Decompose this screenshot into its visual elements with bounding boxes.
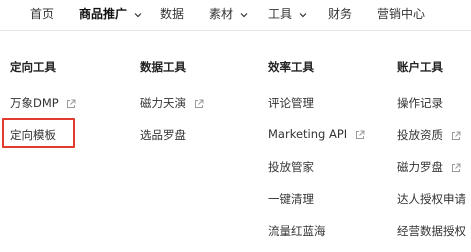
menu-item-comment-management[interactable]: 评论管理	[268, 95, 314, 111]
nav-product-promotion[interactable]: 商品推广	[79, 5, 142, 22]
column-title: 定向工具	[10, 60, 56, 74]
menu-item-label: 投放资质	[397, 128, 443, 142]
menu-item-label: 选品罗盘	[140, 128, 186, 142]
nav-label: 营销中心	[377, 7, 426, 21]
menu-item-traffic-red-blue-ocean[interactable]: 流量红蓝海	[268, 223, 326, 239]
external-link-icon	[451, 163, 461, 173]
menu-item-label: 经营数据授权	[397, 224, 466, 238]
nav-label: 首页	[30, 7, 55, 21]
nav-label: 工具	[268, 7, 293, 21]
nav-label: 商品推广	[79, 7, 128, 21]
nav-label: 素材	[209, 7, 234, 21]
top-nav-bar: 首页 商品推广 数据 素材 工具 财务 营销中心	[0, 0, 471, 31]
menu-item-label: 万象DMP	[10, 96, 59, 110]
menu-item-label: 评论管理	[268, 96, 314, 110]
nav-data[interactable]: 数据	[160, 5, 184, 22]
nav-finance[interactable]: 财务	[328, 5, 352, 22]
menu-item-wanxiang-dmp[interactable]: 万象DMP	[10, 95, 76, 111]
menu-item-label: 流量红蓝海	[268, 224, 326, 238]
external-link-icon	[66, 99, 76, 109]
menu-item-marketing-api[interactable]: Marketing API	[268, 127, 365, 141]
chevron-down-icon	[134, 12, 142, 18]
menu-item-influencer-authorization[interactable]: 达人授权申请	[397, 191, 466, 207]
nav-tools[interactable]: 工具	[268, 5, 307, 22]
menu-item-label: 磁力天演	[140, 96, 186, 110]
menu-item-cili-tianyan[interactable]: 磁力天演	[140, 95, 204, 111]
column-title: 效率工具	[268, 60, 314, 74]
chevron-down-icon	[240, 12, 248, 18]
menu-item-delivery-qualification[interactable]: 投放资质	[397, 127, 461, 143]
column-title: 数据工具	[140, 60, 186, 74]
chevron-down-icon	[299, 12, 307, 18]
menu-item-label: 一键清理	[268, 192, 314, 206]
menu-item-business-data-authorization[interactable]: 经营数据授权	[397, 223, 466, 239]
nav-label: 财务	[328, 7, 353, 21]
external-link-icon	[355, 130, 365, 140]
highlight-box	[2, 118, 75, 148]
nav-home[interactable]: 首页	[30, 5, 54, 22]
menu-item-label: 操作记录	[397, 96, 443, 110]
menu-item-product-compass[interactable]: 选品罗盘	[140, 127, 186, 143]
external-link-icon	[451, 131, 461, 141]
nav-marketing-center[interactable]: 营销中心	[377, 5, 425, 22]
menu-item-delivery-manager[interactable]: 投放管家	[268, 159, 314, 175]
external-link-icon	[194, 99, 204, 109]
menu-item-label: 投放管家	[268, 160, 314, 174]
menu-item-label: 达人授权申请	[397, 192, 466, 206]
menu-item-label: Marketing API	[268, 127, 348, 141]
nav-label: 数据	[160, 7, 185, 21]
nav-materials[interactable]: 素材	[209, 5, 248, 22]
menu-item-label: 磁力罗盘	[397, 160, 443, 174]
menu-item-cili-compass[interactable]: 磁力罗盘	[397, 159, 461, 175]
menu-item-operation-log[interactable]: 操作记录	[397, 95, 443, 111]
menu-item-one-click-cleanup[interactable]: 一键清理	[268, 191, 314, 207]
column-title: 账户工具	[397, 60, 443, 74]
